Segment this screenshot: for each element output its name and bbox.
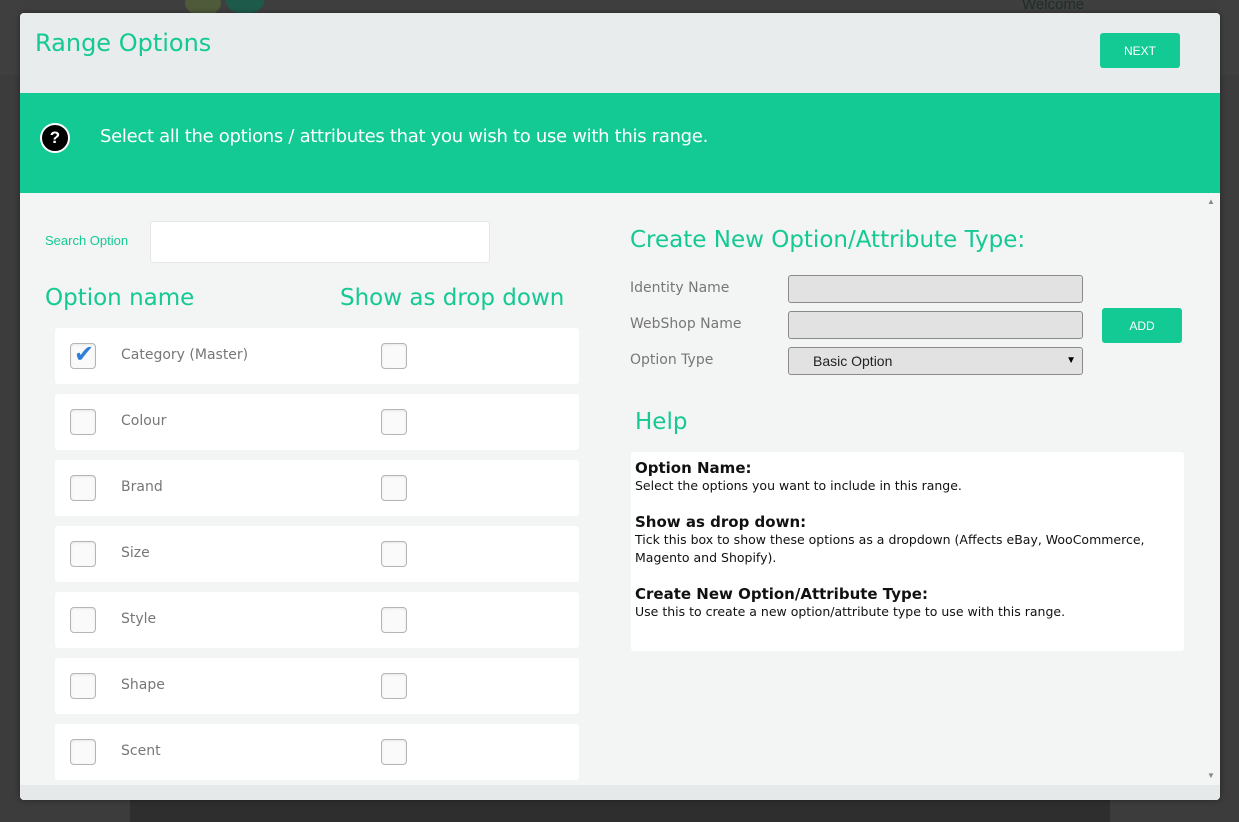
show-dropdown-column-header: Show as drop down [340,285,565,311]
option-type-value: Basic Option [813,353,893,369]
checkmark-icon: ✔ [74,340,95,368]
question-circle-icon: ? [40,123,70,153]
identity-name-label: Identity Name [630,280,730,296]
option-label: Size [121,545,150,561]
option-select-checkbox[interactable] [70,673,96,699]
modal-bottom-bar [20,785,1220,800]
webshop-name-input[interactable] [788,311,1083,339]
webshop-name-label: WebShop Name [630,316,742,332]
option-label: Brand [121,479,163,495]
modal-content: ▲ ▼ Search Option Option name Show as dr… [20,193,1220,785]
option-label: Style [121,611,157,627]
option-name-column-header: Option name [45,285,195,311]
option-select-checkbox[interactable] [70,409,96,435]
option-type-label: Option Type [630,352,714,368]
option-row: Colour [55,394,579,450]
help-section-option-name: Option Name: Select the options you want… [635,459,1180,495]
info-banner: ? Select all the options / attributes th… [20,93,1220,193]
scroll-up-arrow-icon[interactable]: ▲ [1207,197,1215,206]
option-row: Size [55,526,579,582]
range-options-modal: Range Options NEXT ? Select all the opti… [20,13,1220,800]
add-option-button[interactable]: ADD [1102,308,1182,343]
option-label: Colour [121,413,167,429]
help-heading: Show as drop down: [635,513,807,531]
help-text: Tick this box to show these options as a… [635,532,1145,565]
search-option-input[interactable] [150,221,490,263]
option-row: Brand [55,460,579,516]
show-dropdown-checkbox[interactable] [381,541,407,567]
option-select-checkbox[interactable] [70,475,96,501]
show-dropdown-checkbox[interactable] [381,343,407,369]
modal-title: Range Options [35,29,212,57]
option-select-checkbox[interactable]: ✔ [70,340,96,369]
show-dropdown-checkbox[interactable] [381,607,407,633]
show-dropdown-checkbox[interactable] [381,739,407,765]
help-box: Option Name: Select the options you want… [631,452,1184,651]
show-dropdown-checkbox[interactable] [381,673,407,699]
option-label: Category (Master) [121,347,249,363]
help-text: Use this to create a new option/attribut… [635,604,1066,619]
modal-header: Range Options NEXT [20,13,1220,93]
option-label: Shape [121,677,165,693]
option-type-select[interactable]: Basic Option ▼ [788,347,1083,375]
help-title: Help [635,409,688,435]
help-section-create-option: Create New Option/Attribute Type: Use th… [635,585,1180,621]
help-heading: Option Name: [635,459,752,477]
option-row: Style [55,592,579,648]
option-row: Scent [55,724,579,780]
identity-name-input[interactable] [788,275,1083,303]
background-welcome-text: Welcome [1022,0,1085,13]
option-select-checkbox[interactable] [70,541,96,567]
banner-text: Select all the options / attributes that… [100,126,708,147]
search-option-label: Search Option [45,233,129,248]
help-section-show-dropdown: Show as drop down: Tick this box to show… [635,513,1180,567]
next-button[interactable]: NEXT [1100,33,1180,68]
help-heading: Create New Option/Attribute Type: [635,585,928,603]
option-label: Scent [121,743,161,759]
show-dropdown-checkbox[interactable] [381,475,407,501]
scroll-down-arrow-icon[interactable]: ▼ [1207,771,1215,780]
option-select-checkbox[interactable] [70,607,96,633]
show-dropdown-checkbox[interactable] [381,409,407,435]
option-list: ✔ Category (Master) Colour Brand Size Style Sh… [55,328,579,785]
option-select-checkbox[interactable] [70,739,96,765]
create-option-title: Create New Option/Attribute Type: [630,227,1026,253]
option-row: Shape [55,658,579,714]
caret-down-icon: ▼ [1066,355,1076,366]
help-text: Select the options you want to include i… [635,478,962,493]
option-row: ✔ Category (Master) [55,328,579,384]
